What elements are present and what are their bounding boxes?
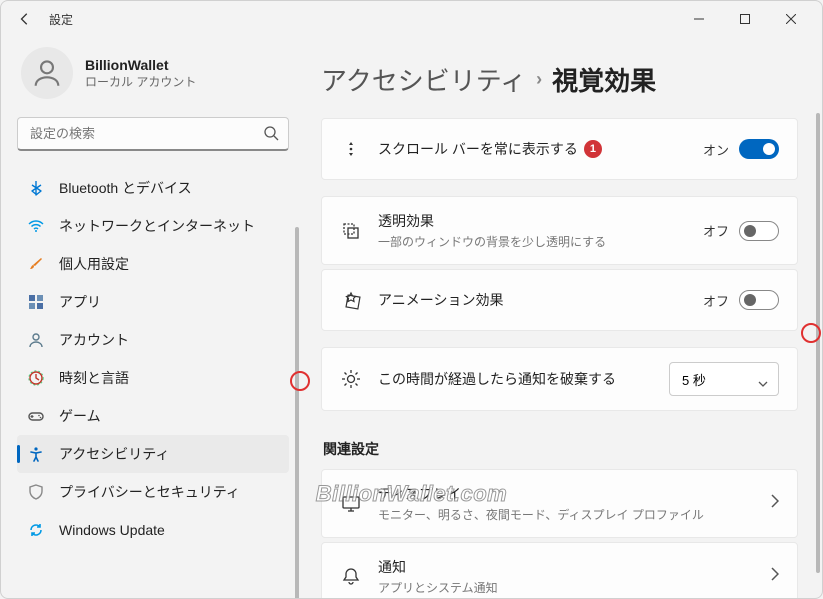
setting-title: 透明効果 — [378, 211, 687, 231]
setting-title: アニメーション効果 — [378, 290, 687, 310]
chevron-right-icon: › — [536, 69, 542, 90]
bell-icon — [340, 567, 362, 587]
setting-title: この時間が経過したら通知を破棄する — [378, 369, 653, 389]
chevron-right-icon — [771, 567, 779, 586]
page-title: 視覚効果 — [552, 61, 656, 98]
toggle-state-label: オフ — [703, 221, 729, 240]
accessibility-icon — [27, 445, 45, 463]
chevron-down-icon — [758, 375, 768, 390]
setting-row: 透明効果一部のウィンドウの背景を少し透明にするオフ — [321, 196, 798, 265]
sidebar-item-label: アプリ — [59, 292, 101, 312]
wifi-icon — [27, 217, 45, 235]
toggle-switch[interactable] — [739, 221, 779, 241]
badge: 1 — [584, 140, 602, 158]
sidebar-item-apps[interactable]: アプリ — [17, 283, 289, 321]
profile-block[interactable]: BillionWallet ローカル アカウント — [17, 37, 289, 117]
bluetooth-icon — [27, 179, 45, 197]
sidebar-item-label: 時刻と言語 — [59, 368, 129, 388]
profile-name: BillionWallet — [85, 57, 196, 73]
sidebar-item-clock[interactable]: 時刻と言語 — [17, 359, 289, 397]
close-button[interactable] — [768, 3, 814, 35]
search-box — [17, 117, 289, 151]
setting-title: スクロール バーを常に表示する1 — [378, 139, 687, 159]
sidebar-item-bluetooth[interactable]: Bluetooth とデバイス — [17, 169, 289, 207]
setting-row: アニメーション効果オフ — [321, 269, 798, 331]
titlebar: 設定 — [1, 1, 822, 37]
sidebar-item-label: ゲーム — [59, 406, 101, 426]
related-setting-row[interactable]: 通知アプリとシステム通知 — [321, 542, 798, 598]
sidebar-item-label: アカウント — [59, 330, 129, 350]
scroll-icon — [340, 140, 362, 158]
related-description: アプリとシステム通知 — [378, 579, 755, 596]
sidebar-item-shield[interactable]: プライバシーとセキュリティ — [17, 473, 289, 511]
sidebar-item-label: Bluetooth とデバイス — [59, 178, 192, 198]
sidebar: BillionWallet ローカル アカウント Bluetooth とデバイス… — [1, 37, 301, 598]
duration-select[interactable]: 5 秒 — [669, 362, 779, 396]
brightness-icon — [340, 369, 362, 389]
sidebar-item-game[interactable]: ゲーム — [17, 397, 289, 435]
shield-icon — [27, 483, 45, 501]
sidebar-item-update[interactable]: Windows Update — [17, 511, 289, 549]
setting-row: スクロール バーを常に表示する1 オン — [321, 118, 798, 180]
account-icon — [27, 331, 45, 349]
clock-icon — [27, 369, 45, 387]
animation-icon — [340, 290, 362, 310]
toggle-state-label: オン — [703, 140, 729, 159]
toggle-state-label: オフ — [703, 291, 729, 310]
profile-account-type: ローカル アカウント — [85, 73, 196, 90]
avatar — [21, 47, 73, 99]
maximize-button[interactable] — [722, 3, 768, 35]
minimize-button[interactable] — [676, 3, 722, 35]
toggle-switch[interactable] — [739, 290, 779, 310]
apps-icon — [27, 293, 45, 311]
related-title: ディスプレイ — [378, 484, 755, 504]
related-settings-label: 関連設定 — [323, 439, 798, 459]
breadcrumb: アクセシビリティ › 視覚効果 — [321, 37, 798, 118]
setting-description: 一部のウィンドウの背景を少し透明にする — [378, 233, 687, 250]
chevron-right-icon — [771, 494, 779, 513]
sidebar-item-label: Windows Update — [59, 522, 165, 538]
game-icon — [27, 407, 45, 425]
sidebar-item-brush[interactable]: 個人用設定 — [17, 245, 289, 283]
sidebar-scrollbar[interactable] — [295, 227, 299, 598]
search-input[interactable] — [17, 117, 289, 151]
sidebar-item-label: アクセシビリティ — [59, 444, 169, 464]
related-description: モニター、明るさ、夜間モード、ディスプレイ プロファイル — [378, 506, 755, 523]
related-title: 通知 — [378, 557, 755, 577]
main-scrollbar[interactable] — [816, 113, 820, 573]
setting-row: この時間が経過したら通知を破棄する 5 秒 — [321, 347, 798, 411]
transparency-icon — [340, 221, 362, 241]
back-button[interactable] — [9, 3, 41, 35]
display-icon — [340, 494, 362, 514]
sidebar-item-wifi[interactable]: ネットワークとインターネット — [17, 207, 289, 245]
breadcrumb-parent[interactable]: アクセシビリティ — [321, 61, 526, 98]
sidebar-item-label: ネットワークとインターネット — [59, 216, 255, 236]
select-value: 5 秒 — [682, 370, 706, 389]
brush-icon — [27, 255, 45, 273]
sidebar-item-accessibility[interactable]: アクセシビリティ — [17, 435, 289, 473]
main-content: アクセシビリティ › 視覚効果 スクロール バーを常に表示する1 オン透明効果一部… — [301, 37, 822, 598]
sidebar-item-label: プライバシーとセキュリティ — [59, 482, 240, 502]
update-icon — [27, 521, 45, 539]
related-setting-row[interactable]: ディスプレイモニター、明るさ、夜間モード、ディスプレイ プロファイル — [321, 469, 798, 538]
app-title: 設定 — [49, 11, 73, 28]
toggle-switch[interactable] — [739, 139, 779, 159]
sidebar-item-label: 個人用設定 — [59, 254, 129, 274]
search-icon — [263, 125, 279, 146]
sidebar-item-account[interactable]: アカウント — [17, 321, 289, 359]
